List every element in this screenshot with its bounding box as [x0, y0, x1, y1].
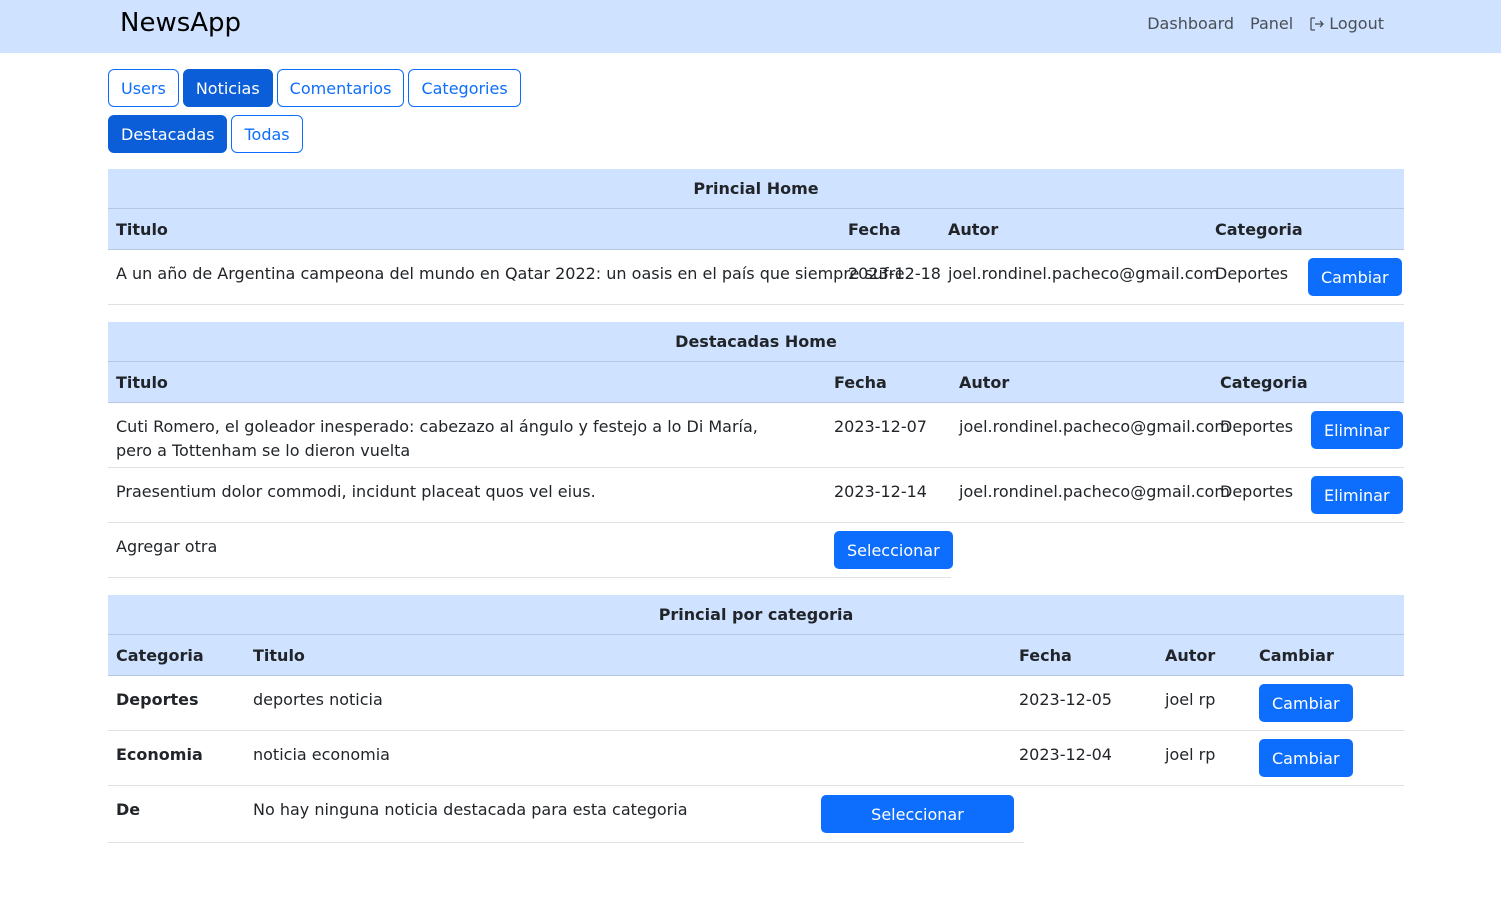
row-autor: joel.rondinel.pacheco@gmail.com [959, 482, 1230, 501]
row-fecha: 2023-12-18 [848, 264, 941, 283]
row-titulo: A un año de Argentina campeona del mundo… [116, 264, 905, 283]
seleccionar-button[interactable]: Seleccionar [821, 795, 1014, 833]
header-categoria: Categoria [1215, 220, 1303, 239]
section-title: Destacadas Home [108, 322, 1404, 362]
destacadas-home-table: Destacadas Home Titulo Fecha Autor Categ… [108, 322, 1404, 578]
row-titulo: Cuti Romero, el goleador inesperado: cab… [116, 417, 758, 460]
header-autor: Autor [1165, 646, 1216, 665]
row-categoria: De [116, 800, 141, 819]
header-categoria: Categoria [1220, 373, 1308, 392]
cambiar-button[interactable]: Cambiar [1259, 684, 1353, 722]
row-categoria: Deportes [116, 690, 199, 709]
cambiar-button[interactable]: Cambiar [1259, 739, 1353, 777]
table-row: Deportes deportes noticia 2023-12-05 joe… [108, 676, 1404, 731]
row-titulo: noticia economia [253, 745, 390, 764]
nav-links: Dashboard Panel Logout [1147, 14, 1384, 33]
row-titulo: Praesentium dolor commodi, incidunt plac… [116, 482, 596, 501]
tab-categories[interactable]: Categories [408, 69, 521, 107]
tab-comentarios[interactable]: Comentarios [276, 69, 405, 107]
brand-logo[interactable]: NewsApp [120, 8, 241, 38]
row-autor: joel rp [1165, 745, 1216, 764]
principal-categoria-table: Princial por categoria Categoria Titulo … [108, 595, 1404, 843]
section-title: Princial Home [108, 169, 1404, 209]
empty-row: De No hay ninguna noticia destacada para… [108, 786, 1024, 843]
row-titulo: deportes noticia [253, 690, 383, 709]
table-header: Categoria Titulo Fecha Autor Cambiar [108, 635, 1404, 676]
header-fecha: Fecha [834, 373, 887, 392]
eliminar-button[interactable]: Eliminar [1311, 476, 1403, 514]
header-autor: Autor [948, 220, 999, 239]
header-autor: Autor [959, 373, 1010, 392]
eliminar-button[interactable]: Eliminar [1311, 411, 1403, 449]
row-fecha: 2023-12-04 [1019, 745, 1112, 764]
tab-todas[interactable]: Todas [231, 115, 303, 153]
navbar: NewsApp Dashboard Panel Logout [0, 0, 1501, 53]
row-categoria: Deportes [1220, 417, 1294, 436]
seleccionar-button[interactable]: Seleccionar [834, 531, 953, 569]
row-fecha: 2023-12-07 [834, 417, 927, 436]
nav-panel-link[interactable]: Panel [1250, 14, 1293, 33]
header-fecha: Fecha [1019, 646, 1072, 665]
section-title: Princial por categoria [108, 595, 1404, 635]
tab-destacadas[interactable]: Destacadas [108, 115, 228, 153]
header-titulo: Titulo [116, 373, 168, 392]
add-row: Agregar otra Seleccionar [108, 523, 953, 578]
header-titulo: Titulo [116, 220, 168, 239]
row-categoria: Economia [116, 745, 203, 764]
logout-icon [1310, 16, 1325, 31]
header-titulo: Titulo [253, 646, 305, 665]
add-label: Agregar otra [116, 537, 218, 556]
principal-home-table: Princial Home Titulo Fecha Autor Categor… [108, 169, 1404, 305]
header-cambiar: Cambiar [1259, 646, 1334, 665]
table-row: A un año de Argentina campeona del mundo… [108, 250, 1404, 305]
row-autor: joel.rondinel.pacheco@gmail.com [948, 264, 1219, 283]
row-fecha: 2023-12-05 [1019, 690, 1112, 709]
row-autor: joel.rondinel.pacheco@gmail.com [959, 417, 1230, 436]
row-categoria: Deportes [1215, 264, 1289, 283]
row-categoria: Deportes [1220, 482, 1294, 501]
table-row: Cuti Romero, el goleador inesperado: cab… [108, 403, 1404, 468]
header-categoria: Categoria [116, 646, 204, 665]
table-header: Titulo Fecha Autor Categoria [108, 209, 1404, 250]
row-autor: joel rp [1165, 690, 1216, 709]
tab-users[interactable]: Users [108, 69, 179, 107]
table-header: Titulo Fecha Autor Categoria [108, 362, 1404, 403]
cambiar-button[interactable]: Cambiar [1308, 258, 1402, 296]
table-row: Economia noticia economia 2023-12-04 joe… [108, 731, 1404, 786]
header-fecha: Fecha [848, 220, 901, 239]
row-fecha: 2023-12-14 [834, 482, 927, 501]
main-tabs: Users Noticias Comentarios Categories [108, 69, 521, 107]
empty-message: No hay ninguna noticia destacada para es… [253, 800, 688, 819]
sub-tabs: Destacadas Todas [108, 115, 303, 153]
table-row: Praesentium dolor commodi, incidunt plac… [108, 468, 1404, 523]
nav-logout-link[interactable]: Logout [1309, 14, 1384, 33]
tab-noticias[interactable]: Noticias [182, 69, 273, 107]
nav-dashboard-link[interactable]: Dashboard [1147, 14, 1234, 33]
